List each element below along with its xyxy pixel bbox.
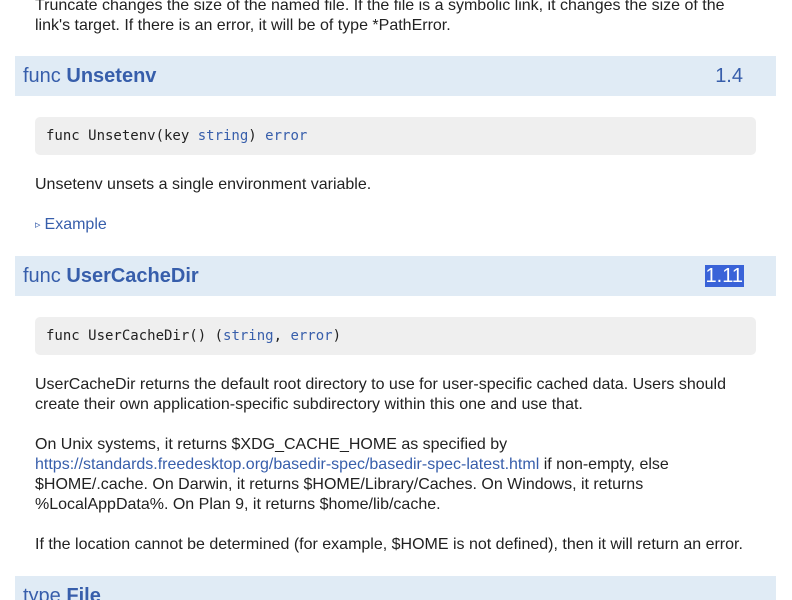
expand-triangle-icon: ▹ [35,219,41,231]
usercachedir-sig-prefix: func UserCacheDir() ( [46,328,224,344]
unsetenv-example-toggle[interactable]: ▹ Example [35,215,107,236]
usercachedir-header: func UserCacheDir 1.11 [15,256,776,296]
basedir-spec-link[interactable]: https://standards.freedesktop.org/basedi… [35,456,539,473]
usercachedir-sig-suffix: ) [332,328,342,344]
example-label: Example [44,216,107,233]
usercachedir-p2-line1: On Unix systems, it returns $XDG_CACHE_H… [35,436,508,453]
unsetenv-sig-mid: ) [248,128,266,144]
doc-page: Truncate changes the size of the named f… [0,0,792,600]
usercachedir-signature: func UserCacheDir() (string, error) [35,317,756,355]
truncate-description: Truncate changes the size of the named f… [35,0,755,36]
usercachedir-p2-line4: %LocalAppData%. On Plan 9, it returns $h… [35,496,441,513]
usercachedir-p2-after-link: if non-empty, else [539,456,669,473]
usercachedir-p1-line1: UserCacheDir returns the default root di… [35,376,726,393]
truncate-description-line1: Truncate changes the size of the named f… [35,0,725,14]
unsetenv-header: func Unsetenv 1.4 [15,56,776,96]
unsetenv-sig-prefix: func Unsetenv(key [46,128,198,144]
usercachedir-p2-line3: $HOME/.cache. On Darwin, it returns $HOM… [35,476,644,493]
usercachedir-description-p3: If the location cannot be determined (fo… [35,536,743,553]
usercachedir-sig-error-link[interactable]: error [290,328,332,344]
unsetenv-signature: func Unsetenv(key string) error [35,117,756,155]
unsetenv-sig-string-link[interactable]: string [198,128,249,144]
usercachedir-name-link[interactable]: UserCacheDir [66,265,198,287]
usercachedir-version-selected: 1.11 [704,265,744,287]
type-file-keyword: type [23,585,61,600]
usercachedir-p1-line2: create their own application-specific su… [35,396,583,413]
unsetenv-version: 1.4 [715,65,743,87]
usercachedir-sig-string-link[interactable]: string [223,328,274,344]
usercachedir-description-p2: On Unix systems, it returns $XDG_CACHE_H… [35,435,755,515]
unsetenv-description: Unsetenv unsets a single environment var… [35,176,372,193]
usercachedir-keyword: func [23,265,61,287]
type-file-header: type File [15,576,776,600]
usercachedir-sig-mid: , [273,328,291,344]
unsetenv-name-link[interactable]: Unsetenv [66,65,156,87]
unsetenv-keyword: func [23,65,61,87]
unsetenv-sig-error-link[interactable]: error [265,128,307,144]
type-file-name-link[interactable]: File [66,585,100,600]
usercachedir-description-p1: UserCacheDir returns the default root di… [35,375,755,415]
truncate-description-line2: link's target. If there is an error, it … [35,17,451,34]
